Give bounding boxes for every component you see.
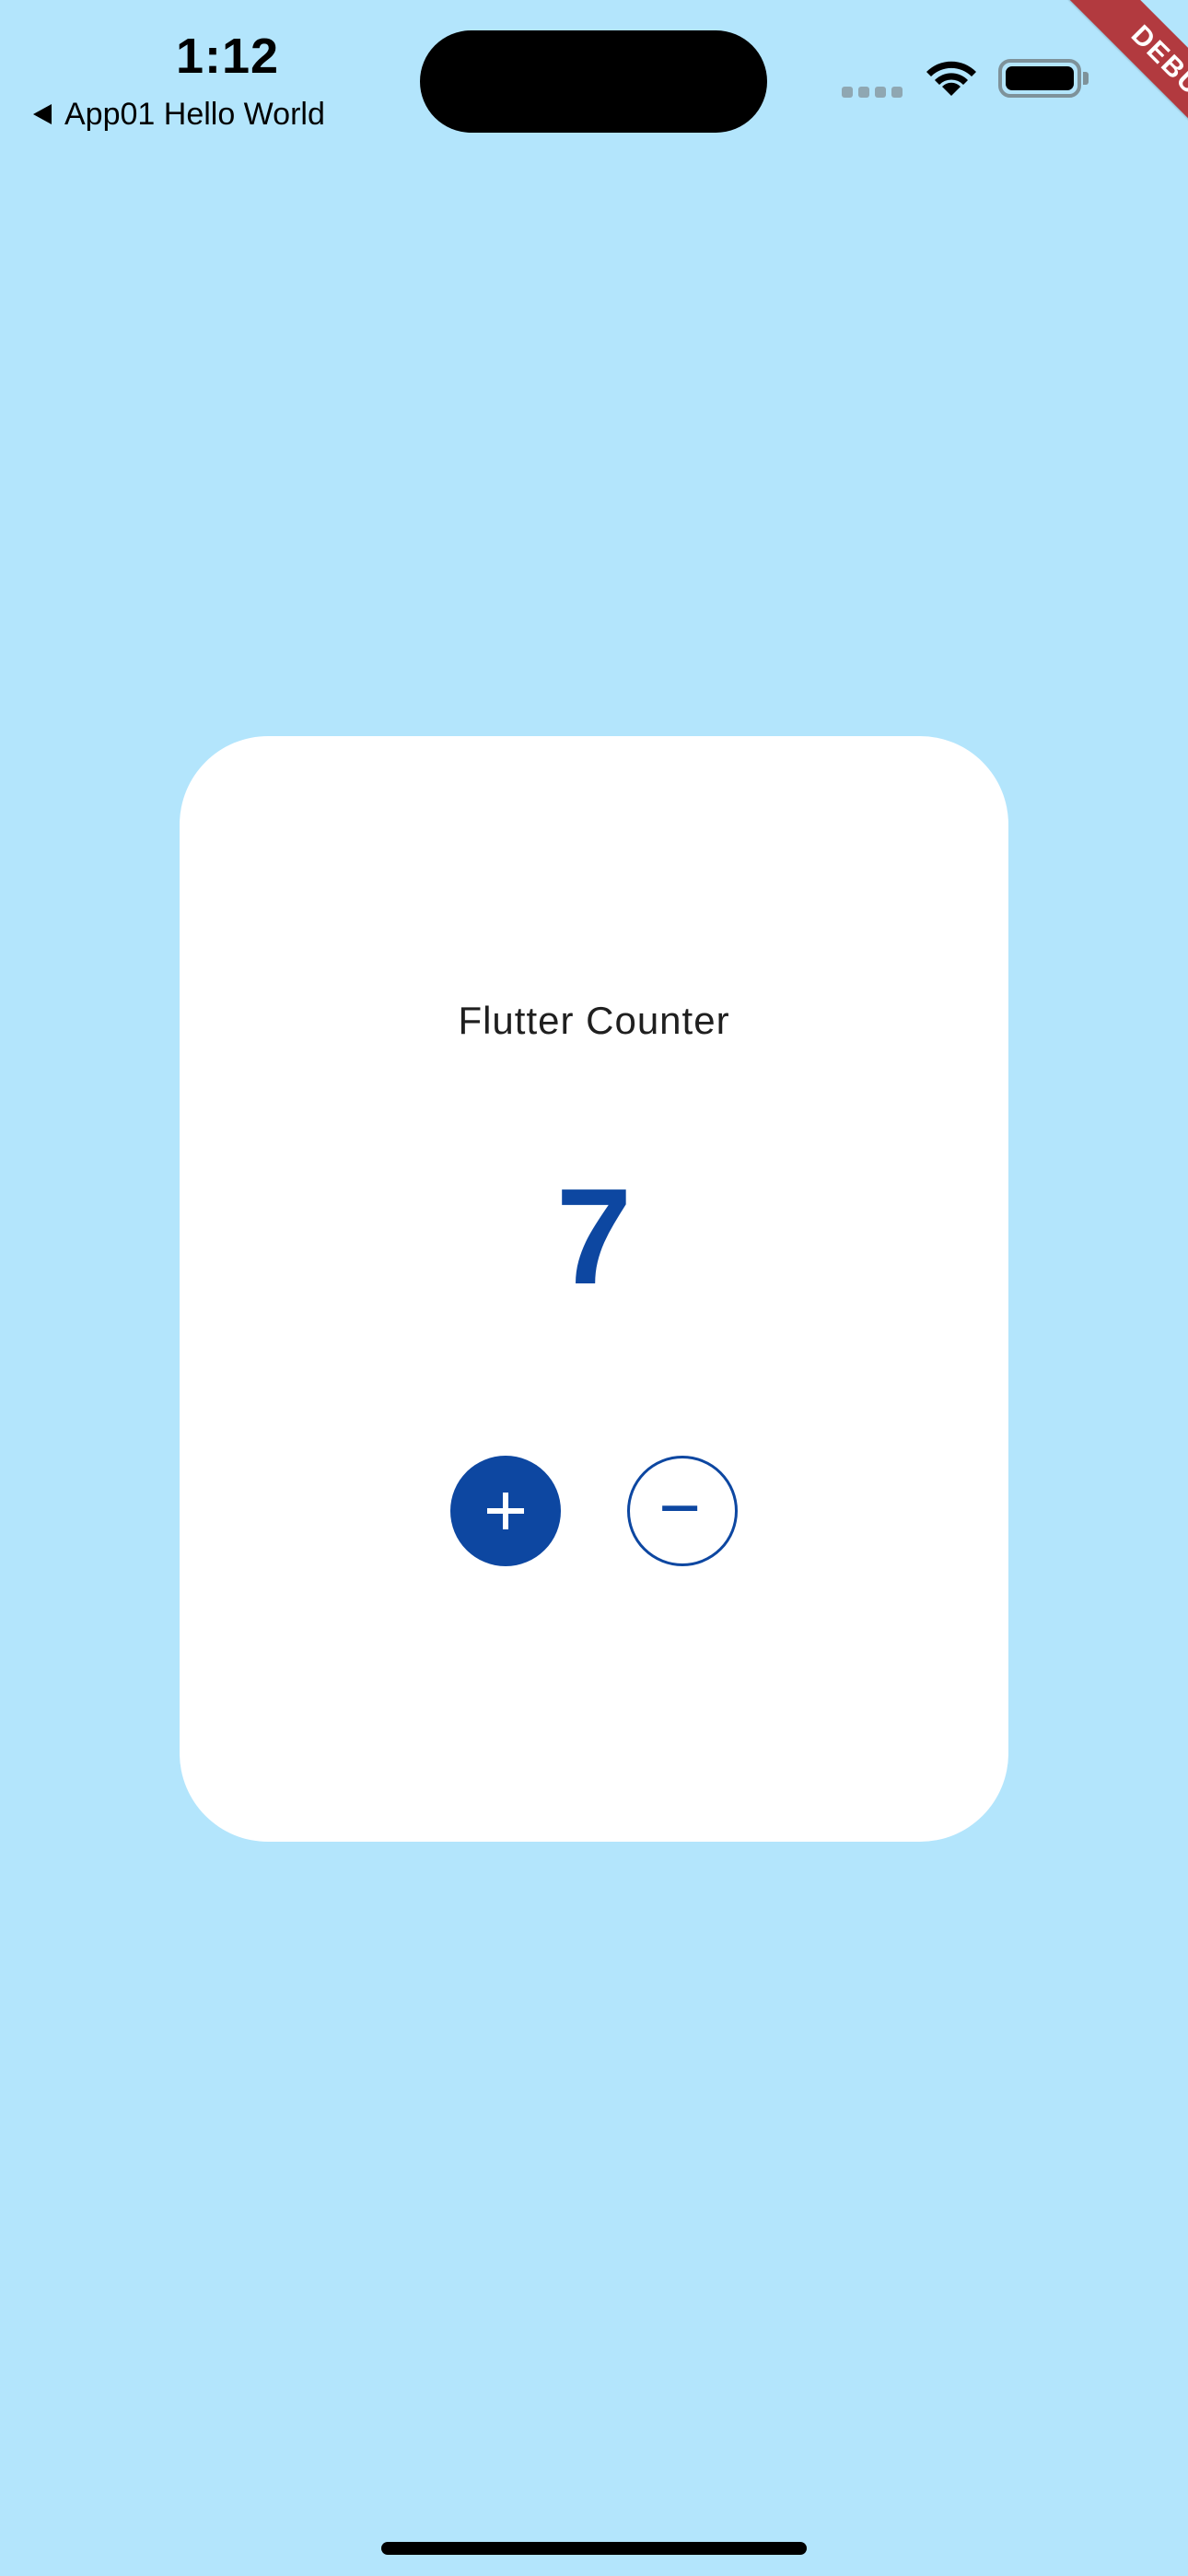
- battery-icon: [998, 59, 1081, 98]
- debug-banner: DEBUG: [1068, 0, 1188, 175]
- increment-button[interactable]: [450, 1456, 561, 1566]
- status-time: 1:12: [176, 29, 280, 84]
- wifi-icon: [926, 61, 976, 96]
- counter-card: Flutter Counter 7: [180, 736, 1008, 1842]
- battery-level: [1006, 66, 1074, 90]
- dynamic-island: [420, 30, 767, 133]
- back-to-app-link[interactable]: App01 Hello World: [33, 96, 325, 133]
- counter-value: 7: [555, 1161, 633, 1313]
- home-indicator[interactable]: [381, 2542, 807, 2555]
- back-link-label: App01 Hello World: [64, 97, 325, 132]
- battery-cap: [1083, 72, 1089, 85]
- cellular-signal-icon: [842, 87, 903, 98]
- minus-icon: [662, 1505, 698, 1511]
- decrement-button[interactable]: [627, 1456, 738, 1566]
- back-triangle-icon: [33, 104, 52, 124]
- plus-icon: [487, 1493, 524, 1529]
- card-title: Flutter Counter: [458, 999, 730, 1042]
